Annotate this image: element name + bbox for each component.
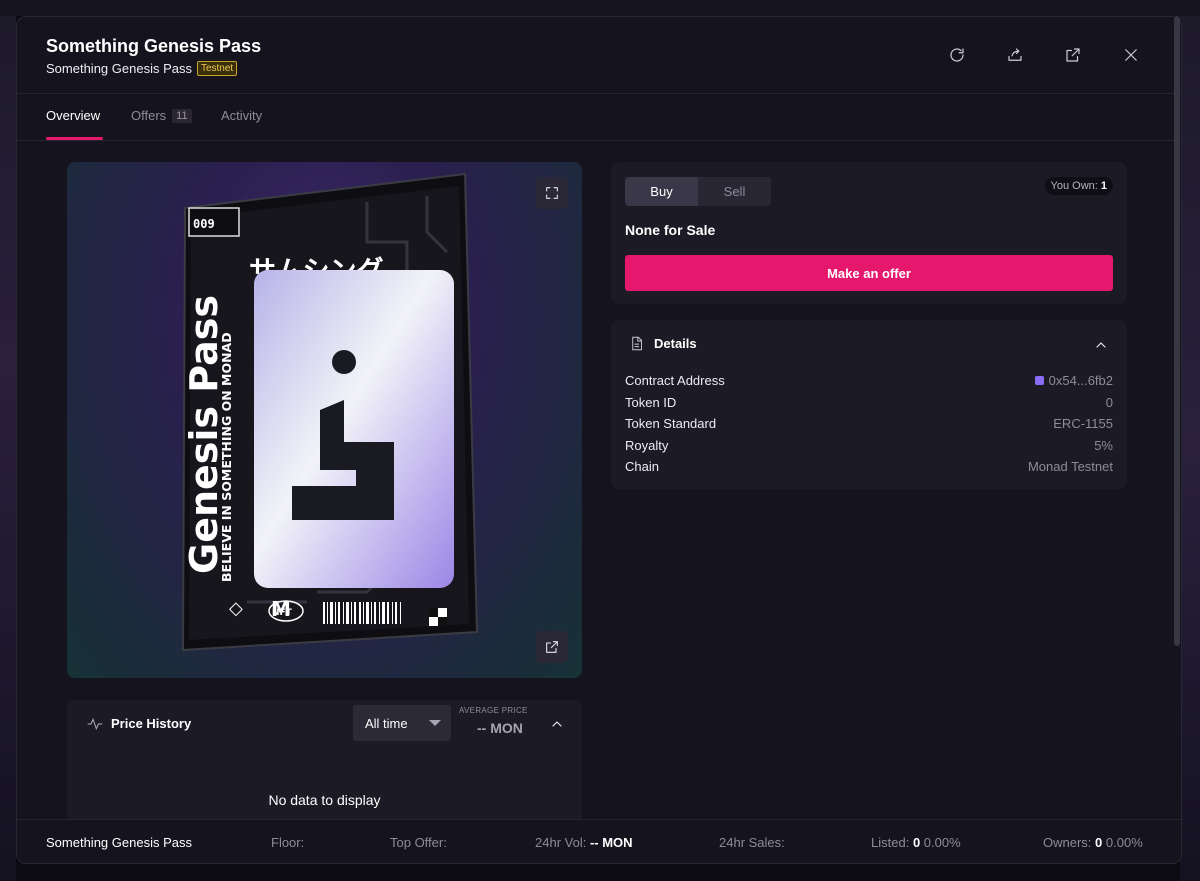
detail-row-chain: Chain Monad Testnet (625, 456, 1113, 478)
details-list: Contract Address 0x54...6fb2 Token ID 0 … (625, 370, 1113, 478)
detail-label: Contract Address (625, 373, 725, 389)
you-own-value: 1 (1100, 180, 1107, 192)
owners-label: Owners: (1043, 835, 1092, 850)
listed-value: 0 (912, 835, 921, 850)
detail-row-contract: Contract Address 0x54...6fb2 (625, 370, 1113, 392)
chevron-up-icon[interactable] (1093, 337, 1109, 353)
average-price-value: -- MON (477, 720, 523, 736)
close-icon[interactable] (1121, 45, 1141, 65)
activity-icon (87, 717, 103, 730)
tab-offers-label: Offers (131, 108, 167, 123)
open-media-button[interactable] (536, 631, 568, 663)
share-icon[interactable] (1005, 45, 1025, 65)
volume-label: 24hr Vol: (535, 835, 587, 850)
owners-value: 0 (1095, 835, 1103, 850)
detail-value: 0x54...6fb2 (1048, 373, 1113, 389)
tab-activity-label: Activity (221, 108, 263, 123)
volume-stat: 24hr Vol: -- MON (535, 835, 633, 850)
collection-stats-bar: Something Genesis Pass Floor: Top Offer:… (17, 819, 1181, 863)
footer-collection-name[interactable]: Something Genesis Pass (46, 835, 192, 850)
sales-label: 24hr Sales: (719, 835, 785, 850)
listed-label: Listed: (871, 835, 910, 850)
floor-label: Floor: (271, 835, 305, 850)
price-history-title: Price History (111, 716, 192, 731)
you-own-badge: You Own: 1 (1044, 177, 1113, 195)
sale-status: None for Sale (625, 222, 716, 238)
time-range-select[interactable]: All time (353, 705, 451, 741)
details-panel: Details Contract Address 0x54...6fb2 Tok… (611, 320, 1127, 489)
collection-subtitle: Something Genesis Pass Testnet (46, 61, 238, 76)
tab-overview[interactable]: Overview (46, 108, 100, 123)
refresh-icon[interactable] (947, 45, 967, 65)
nft-badge-text: NFT (272, 608, 293, 618)
top-offer-label: Top Offer: (390, 835, 447, 850)
you-own-label: You Own: (1050, 180, 1098, 192)
buy-sell-toggle: Buy Sell (625, 177, 771, 206)
modal-header: Something Genesis Pass Something Genesis… (17, 17, 1181, 94)
trade-panel: Buy Sell You Own: 1 None for Sale Make a… (611, 162, 1127, 304)
header-actions (947, 45, 1141, 65)
monad-icon (1034, 376, 1044, 386)
detail-label: Chain (625, 459, 659, 475)
detail-value: 0 (1105, 394, 1113, 410)
fullscreen-button[interactable] (536, 177, 568, 209)
background-page-right (1180, 16, 1200, 881)
background-page-header (0, 0, 1200, 16)
active-tab-indicator (46, 137, 103, 140)
contract-address-link[interactable]: 0x54...6fb2 (1034, 373, 1113, 389)
nft-artwork: 009 サムシング Genesis Pass BELIEVE IN SOMETH… (181, 172, 479, 652)
detail-row-standard: Token Standard ERC-1155 (625, 413, 1113, 435)
detail-label: Token ID (625, 394, 677, 410)
listed-stat: Listed: 0 0.00% (871, 835, 961, 850)
nft-number: 009 (193, 217, 215, 231)
make-offer-button[interactable]: Make an offer (625, 255, 1113, 291)
detail-row-royalty: Royalty 5% (625, 435, 1113, 457)
page-title: Something Genesis Pass (46, 36, 262, 56)
tab-bar: Overview Offers 11 Activity (17, 94, 1181, 141)
details-title: Details (654, 336, 697, 351)
collection-link[interactable]: Something Genesis Pass (46, 61, 192, 76)
svg-text:◇: ◇ (229, 598, 243, 619)
buy-tab[interactable]: Buy (625, 177, 698, 206)
detail-value: 5% (1094, 437, 1113, 453)
testnet-badge: Testnet (196, 61, 238, 76)
empty-state-text: No data to display (268, 792, 381, 808)
scrollbar[interactable] (1174, 16, 1180, 646)
nft-tagline: BELIEVE IN SOMETHING ON MONAD (219, 332, 234, 582)
price-history-header: Price History (87, 716, 191, 731)
volume-value: -- MON (589, 835, 633, 850)
external-link-icon[interactable] (1063, 45, 1083, 65)
detail-value: Monad Testnet (1027, 459, 1113, 475)
tab-overview-label: Overview (46, 108, 101, 123)
tab-offers[interactable]: Offers 11 (131, 108, 192, 123)
owners-percent: 0.00% (1105, 835, 1143, 850)
average-price-label: AVERAGE PRICE (459, 706, 528, 715)
detail-row-token-id: Token ID 0 (625, 392, 1113, 414)
tab-activity[interactable]: Activity (221, 108, 262, 123)
sell-tab[interactable]: Sell (698, 177, 771, 206)
listed-percent: 0.00% (923, 835, 961, 850)
offers-count-badge: 11 (172, 108, 192, 123)
detail-label: Token Standard (625, 416, 717, 432)
detail-value: ERC-1155 (1053, 416, 1113, 432)
nft-media: 009 サムシング Genesis Pass BELIEVE IN SOMETH… (67, 162, 582, 678)
expand-icon (546, 187, 558, 199)
chevron-up-icon[interactable] (549, 716, 565, 732)
background-page-left (0, 16, 16, 881)
external-link-icon (546, 641, 558, 653)
nft-detail-modal: Something Genesis Pass Something Genesis… (16, 16, 1182, 864)
owners-stat: Owners: 0 0.00% (1043, 835, 1143, 850)
document-icon (632, 336, 642, 351)
caret-down-icon (429, 720, 441, 726)
details-header[interactable]: Details (629, 336, 697, 351)
detail-label: Royalty (625, 437, 669, 453)
time-range-value: All time (365, 715, 408, 731)
